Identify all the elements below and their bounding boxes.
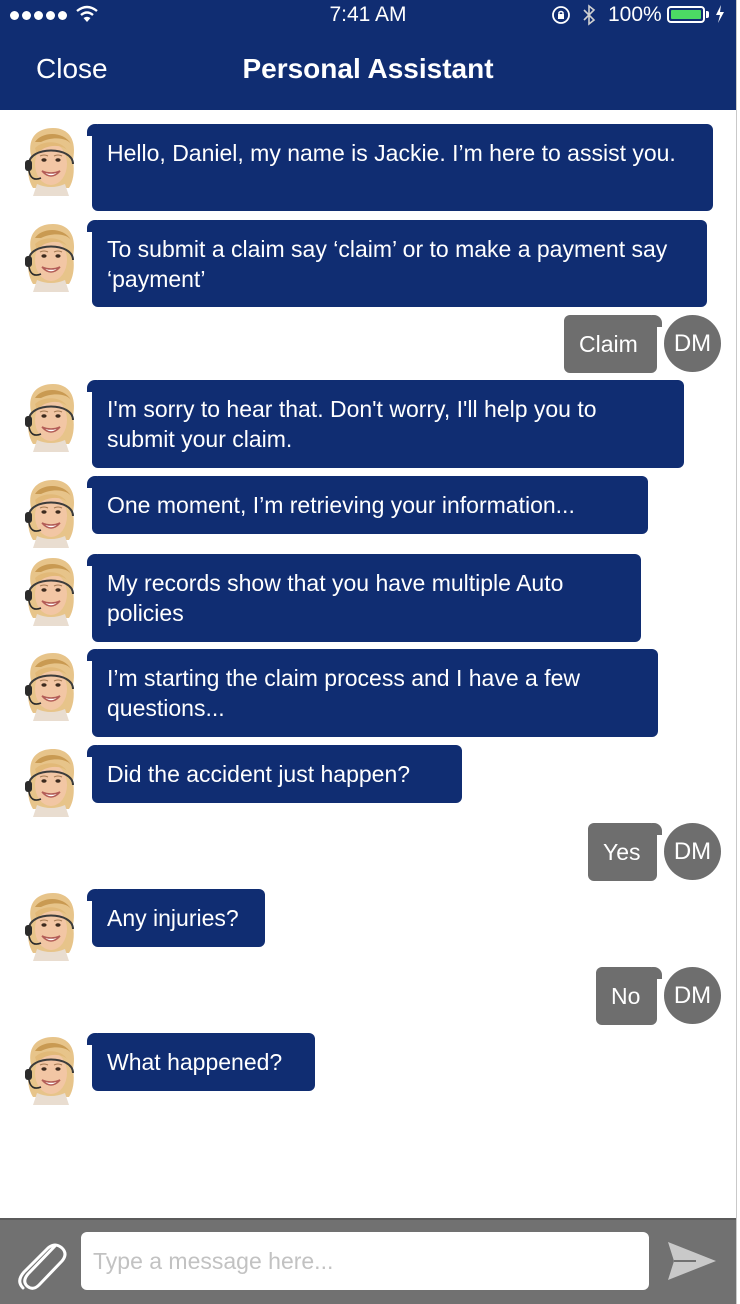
send-arrow-icon[interactable] — [666, 1240, 718, 1282]
assistant-message: Hello, Daniel, my name is Jackie. I’m he… — [87, 124, 713, 211]
bluetooth-icon — [583, 4, 596, 26]
assistant-message: Did the accident just happen? — [87, 745, 462, 803]
user-avatar: DM — [664, 967, 721, 1024]
battery-level-fill — [671, 10, 701, 19]
message-input[interactable] — [81, 1232, 649, 1290]
page-title: Personal Assistant — [242, 53, 494, 84]
assistant-avatar — [23, 1035, 79, 1105]
assistant-message: I'm sorry to hear that. Don't worry, I'l… — [87, 380, 684, 468]
orientation-lock-icon — [552, 6, 570, 24]
user-avatar: DM — [664, 315, 721, 372]
user-message: Yes — [588, 823, 662, 881]
assistant-avatar — [23, 891, 79, 961]
user-avatar: DM — [664, 823, 721, 880]
charging-bolt-icon — [716, 5, 724, 23]
battery-icon — [667, 6, 705, 23]
screen-edge — [736, 0, 740, 1304]
assistant-message: I’m starting the claim process and I hav… — [87, 649, 658, 737]
assistant-message: What happened? — [87, 1033, 315, 1091]
message-composer — [0, 1218, 736, 1304]
assistant-message: One moment, I’m retrieving your informat… — [87, 476, 648, 534]
battery-tip — [706, 11, 709, 18]
assistant-avatar — [23, 747, 79, 817]
paperclip-icon[interactable] — [12, 1234, 68, 1292]
assistant-message: To submit a claim say ‘claim’ or to make… — [87, 220, 707, 307]
assistant-message: Any injuries? — [87, 889, 265, 947]
assistant-avatar — [23, 222, 79, 292]
nav-bar: 7:41 AM 100% Close Personal Assistant — [0, 0, 736, 110]
user-message: Claim — [564, 315, 662, 373]
assistant-message: My records show that you have multiple A… — [87, 554, 641, 642]
battery-percent: 100% — [608, 3, 662, 26]
assistant-avatar — [23, 478, 79, 548]
assistant-avatar — [23, 382, 79, 452]
assistant-avatar — [23, 651, 79, 721]
user-message: No — [596, 967, 662, 1025]
assistant-avatar — [23, 556, 79, 626]
chat-screen: 7:41 AM 100% Close Personal Assistant He… — [0, 0, 736, 1304]
assistant-avatar — [23, 126, 79, 196]
status-bar: 7:41 AM 100% — [0, 0, 736, 30]
